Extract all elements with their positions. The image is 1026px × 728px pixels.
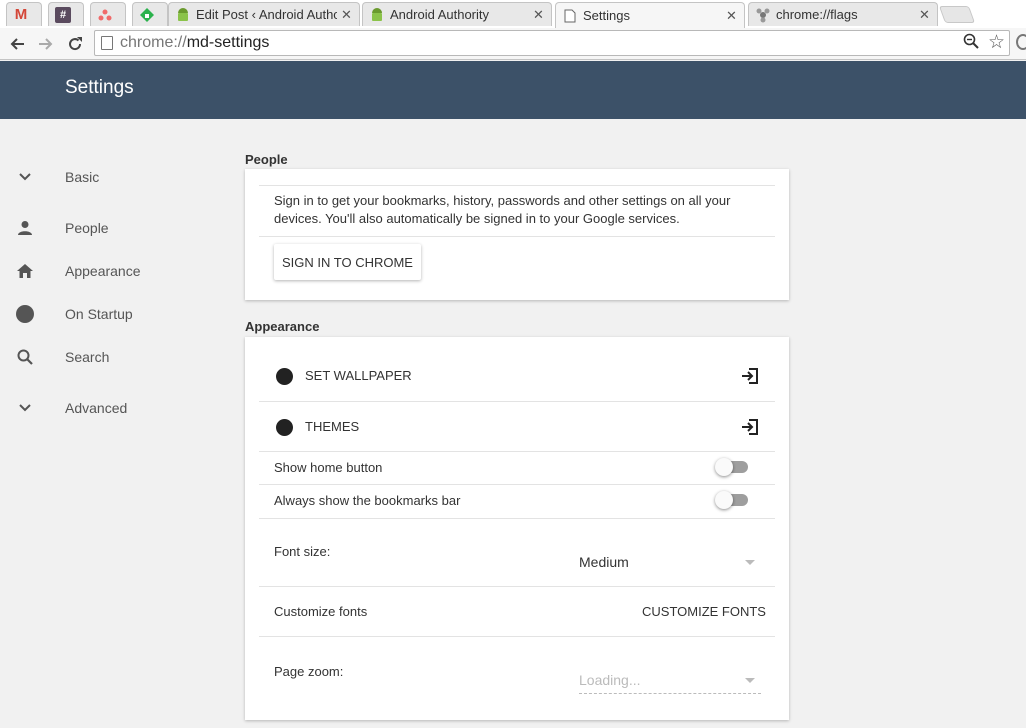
arrow-right-icon (39, 38, 53, 50)
customize-fonts-label: Customize fonts (274, 604, 368, 619)
sign-in-description: Sign in to get your bookmarks, history, … (274, 193, 731, 226)
wallpaper-icon (276, 368, 293, 385)
font-size-label: Font size: (274, 544, 331, 559)
set-wallpaper-label: SET WALLPAPER (305, 368, 412, 383)
people-card: Sign in to get your bookmarks, history, … (245, 169, 789, 300)
page-zoom-dropdown[interactable]: Loading... (579, 668, 761, 694)
close-icon[interactable]: ✕ (919, 7, 931, 23)
tab-title: Settings (583, 8, 630, 23)
home-icon (14, 260, 36, 282)
page-icon (101, 36, 113, 50)
tab-flags[interactable]: chrome://flags ✕ (748, 2, 938, 26)
close-icon[interactable]: ✕ (341, 7, 353, 23)
menu-label: Advanced (65, 400, 128, 416)
flags-icon (755, 7, 771, 23)
close-icon[interactable]: ✕ (726, 8, 738, 24)
themes-label: THEMES (305, 419, 360, 434)
asana-icon (97, 7, 113, 23)
open-in-new-icon[interactable] (740, 366, 760, 386)
page-zoom-value: Loading... (579, 672, 641, 688)
page-icon (562, 8, 578, 24)
dropdown-arrow-icon (745, 560, 755, 565)
feedly-icon (139, 7, 155, 23)
show-home-button-label: Show home button (274, 460, 383, 475)
tab-title: chrome://flags (776, 7, 858, 22)
menu-label: Search (65, 349, 110, 365)
person-icon (14, 217, 36, 239)
reload-button[interactable] (63, 32, 87, 56)
divider (259, 236, 775, 237)
chevron-down-icon (14, 166, 36, 188)
menu-search[interactable]: Search (0, 340, 240, 374)
menu-on-startup[interactable]: On Startup (0, 297, 240, 331)
page-zoom-label: Page zoom: (274, 664, 344, 679)
extension-icon[interactable] (1016, 34, 1026, 50)
back-button[interactable] (5, 32, 29, 56)
toggle-knob (715, 491, 733, 509)
divider (259, 484, 775, 485)
page-title: Settings (65, 77, 134, 98)
font-size-value: Medium (579, 554, 629, 570)
tab-feedly[interactable] (132, 2, 168, 26)
browser-toolbar: chrome://md-settings ☆ (0, 28, 1026, 60)
tab-strip: M # Edit Post ‹ Android Author ✕ Android… (0, 0, 1026, 28)
menu-basic[interactable]: Basic (0, 160, 240, 194)
tab-title: Edit Post ‹ Android Author (196, 7, 337, 22)
divider (259, 586, 775, 587)
tab-asana[interactable] (90, 2, 126, 26)
show-home-button-toggle[interactable] (715, 458, 749, 476)
divider (259, 518, 775, 519)
bookmark-star-icon[interactable]: ☆ (988, 31, 1005, 54)
android-icon (369, 7, 385, 23)
toggle-knob (715, 458, 733, 476)
tab-title: Android Authority (390, 7, 490, 22)
menu-advanced[interactable]: Advanced (0, 391, 240, 425)
divider (259, 185, 775, 186)
sign-in-button[interactable]: SIGN IN TO CHROME (274, 244, 421, 280)
arrow-left-icon (10, 38, 24, 50)
tab-settings[interactable]: Settings ✕ (555, 2, 745, 28)
slack-icon: # (55, 6, 71, 23)
gmail-icon: M (14, 6, 28, 23)
divider (259, 451, 775, 452)
appearance-section-title: Appearance (245, 319, 320, 334)
forward-button[interactable] (34, 32, 58, 56)
search-icon (14, 346, 36, 368)
menu-label: People (65, 220, 109, 236)
url-text: chrome://md-settings (120, 34, 270, 51)
address-bar[interactable]: chrome://md-settings ☆ (94, 30, 1010, 56)
menu-label: Basic (65, 169, 100, 185)
dropdown-arrow-icon (745, 678, 755, 683)
themes-icon (276, 419, 293, 436)
menu-people[interactable]: People (0, 211, 240, 245)
new-tab-button[interactable] (938, 6, 976, 23)
people-section-title: People (245, 152, 288, 167)
bookmarks-bar-toggle[interactable] (715, 491, 749, 509)
close-icon[interactable]: ✕ (533, 7, 545, 23)
zoom-icon[interactable] (963, 33, 979, 54)
menu-label: Appearance (65, 263, 141, 279)
customize-fonts-button[interactable]: CUSTOMIZE FONTS (642, 604, 766, 619)
android-icon (175, 7, 191, 23)
bookmarks-bar-label: Always show the bookmarks bar (274, 493, 461, 508)
tab-android-authority[interactable]: Android Authority ✕ (362, 2, 552, 26)
menu-appearance[interactable]: Appearance (0, 254, 240, 288)
tab-edit-post[interactable]: Edit Post ‹ Android Author ✕ (168, 2, 360, 26)
tab-slack[interactable]: # (48, 2, 84, 26)
divider (259, 636, 775, 637)
open-in-new-icon[interactable] (740, 417, 760, 437)
font-size-dropdown[interactable]: Medium (579, 550, 761, 576)
tab-gmail[interactable]: M (6, 2, 42, 26)
chevron-down-icon (14, 397, 36, 419)
reload-icon (69, 37, 82, 51)
power-icon (14, 303, 36, 325)
settings-header: Settings (0, 61, 1026, 119)
menu-label: On Startup (65, 306, 133, 322)
divider (259, 401, 775, 402)
appearance-card: SET WALLPAPER THEMES Show home button Al… (245, 337, 789, 720)
